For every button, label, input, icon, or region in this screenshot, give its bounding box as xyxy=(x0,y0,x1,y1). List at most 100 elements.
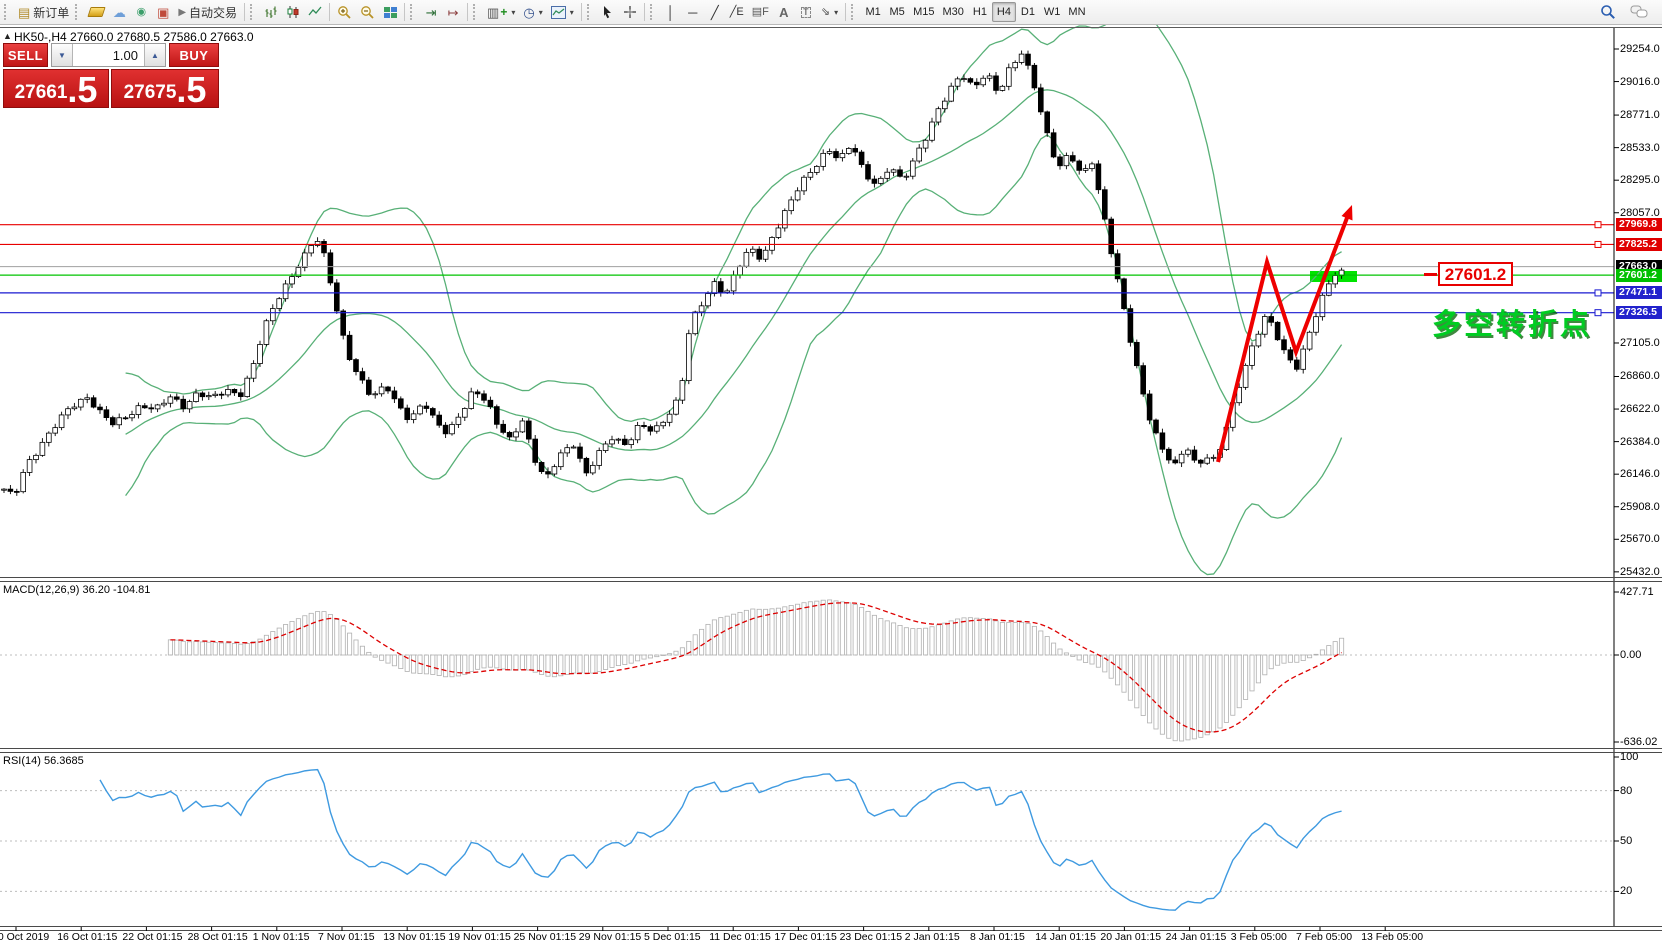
time-axis-label: 3 Feb 05:00 xyxy=(1230,931,1287,943)
search-button[interactable] xyxy=(1596,2,1620,22)
price-tick-label: 26146.0 xyxy=(1620,468,1660,481)
timeframe-H1[interactable]: H1 xyxy=(968,2,992,22)
text-label-button[interactable]: T xyxy=(795,2,817,22)
toolbar-grip xyxy=(75,4,81,20)
cursor-button[interactable] xyxy=(597,2,619,22)
price-tick-label: 26622.0 xyxy=(1620,403,1660,416)
timeframe-H4[interactable]: H4 xyxy=(991,2,1016,22)
arrows-button[interactable]: ⇘ ▾ xyxy=(817,2,842,22)
time-axis-label: 17 Dec 01:15 xyxy=(774,931,837,943)
macd-scale-bottom: -636.02 xyxy=(1620,736,1658,748)
time-axis-label: 11 Dec 01:15 xyxy=(709,931,771,943)
collapse-icon[interactable]: ▲ xyxy=(3,31,12,41)
time-axis-label: 22 Oct 01:15 xyxy=(122,931,183,943)
chart-top-border xyxy=(0,27,1662,28)
chart-canvas[interactable] xyxy=(0,0,1662,944)
new-order-button[interactable]: ▤ 新订单 xyxy=(14,2,73,22)
one-click-trading-panel: SELL ▼ ▲ BUY 27661.5 27675.5 xyxy=(3,43,219,108)
price-badge: 27601.2 xyxy=(1616,268,1662,282)
price-tick-label: 28533.0 xyxy=(1620,141,1660,154)
line-chart-icon xyxy=(308,6,322,16)
chat-button[interactable] xyxy=(1626,2,1652,22)
time-axis-label: 8 Jan 01:15 xyxy=(970,931,1025,943)
new-chart-button[interactable]: ▥ + ▾ xyxy=(483,2,519,22)
zoom-out-button[interactable] xyxy=(356,2,379,22)
volume-increase-button[interactable]: ▲ xyxy=(144,44,165,66)
line-handle[interactable] xyxy=(1594,309,1602,317)
buy-button[interactable]: BUY xyxy=(169,43,219,67)
rsi-tick-label: 100 xyxy=(1620,751,1639,763)
auto-trading-label: 自动交易 xyxy=(189,5,238,20)
community-button[interactable]: ☁ xyxy=(108,2,130,22)
bar-chart-button[interactable] xyxy=(260,2,282,22)
timeframe-M30[interactable]: M30 xyxy=(939,2,968,22)
zoom-in-icon xyxy=(338,5,351,19)
timeframe-MN[interactable]: MN xyxy=(1064,2,1089,22)
chevron-down-icon: ▾ xyxy=(834,7,839,17)
period-button[interactable]: ◷ ▾ xyxy=(519,2,546,22)
line-handle[interactable] xyxy=(1594,240,1602,248)
auto-scroll-button[interactable]: ⇥ xyxy=(420,2,442,22)
line-chart-button[interactable] xyxy=(304,2,326,22)
timeframe-W1[interactable]: W1 xyxy=(1040,2,1065,22)
line-handle[interactable] xyxy=(1594,221,1602,229)
crosshair-button[interactable] xyxy=(619,2,641,22)
text-button[interactable]: A xyxy=(773,2,795,22)
candles-layer xyxy=(1,50,1345,496)
fibonacci-button[interactable]: ▤F xyxy=(748,2,773,22)
toolbar-grip xyxy=(4,4,10,20)
time-axis-label: 24 Jan 01:15 xyxy=(1165,931,1227,943)
buy-price: 27675 xyxy=(123,82,177,103)
zoom-out-icon xyxy=(361,5,374,19)
timeframe-D1[interactable]: D1 xyxy=(1016,2,1040,22)
macd-label: MACD(12,26,9) 36.20 -104.81 xyxy=(3,584,151,596)
vertical-line-button[interactable]: │ xyxy=(660,2,682,22)
timeframe-M1[interactable]: M1 xyxy=(861,2,885,22)
sell-price-box[interactable]: 27661.5 xyxy=(3,69,109,108)
time-axis-label: 20 Jan 01:15 xyxy=(1100,931,1162,943)
chart-shift-button[interactable]: ↦ xyxy=(442,2,464,22)
axis-ticks xyxy=(15,48,1619,931)
equidistant-channel-button[interactable]: ╱E xyxy=(726,2,748,22)
zoom-in-button[interactable] xyxy=(333,2,356,22)
time-axis-label: 14 Jan 01:15 xyxy=(1035,931,1096,943)
time-axis-label: 7 Nov 01:15 xyxy=(318,931,375,943)
price-badge: 27471.1 xyxy=(1616,286,1662,300)
chevron-down-icon: ▾ xyxy=(569,7,574,17)
buy-price-box[interactable]: 27675.5 xyxy=(111,69,219,108)
volume-input[interactable] xyxy=(73,44,144,66)
time-axis-label: 25 Nov 01:15 xyxy=(513,931,577,943)
time-axis-label: 7 Feb 05:00 xyxy=(1296,931,1353,943)
callout-leader-dash xyxy=(1424,273,1437,276)
price-callout-label[interactable]: 27601.2 xyxy=(1438,262,1513,286)
time-axis-label: 28 Oct 01:15 xyxy=(187,931,248,943)
turning-point-note[interactable]: 多空转折点 xyxy=(1432,301,1592,343)
timeframe-M5[interactable]: M5 xyxy=(885,2,909,22)
tile-windows-button[interactable] xyxy=(379,2,401,22)
market-button[interactable]: ▣ xyxy=(152,2,174,22)
templates-button[interactable]: ▾ xyxy=(547,2,578,22)
volume-decrease-button[interactable]: ▼ xyxy=(52,44,73,66)
macd-scale-zero: 0.00 xyxy=(1620,649,1642,661)
price-badge: 27969.8 xyxy=(1616,218,1662,232)
horizontal-line-button[interactable]: ─ xyxy=(682,2,704,22)
candlestick-chart-button[interactable] xyxy=(282,2,304,22)
toolbar-grip xyxy=(473,4,479,20)
line-handle[interactable] xyxy=(1594,289,1602,297)
deposit-button[interactable] xyxy=(85,2,108,22)
bar-chart-icon xyxy=(265,6,277,18)
auto-trading-button[interactable]: ▶ 自动交易 xyxy=(174,2,241,22)
sell-button[interactable]: SELL xyxy=(3,43,48,67)
time-axis-label: 13 Nov 01:15 xyxy=(383,931,446,943)
gold-bar-icon xyxy=(87,7,106,17)
new-chart-icon: ▥ xyxy=(487,4,500,20)
timeframe-M15[interactable]: M15 xyxy=(909,2,938,22)
separator xyxy=(467,3,469,21)
chart-shift-icon: ↦ xyxy=(447,4,459,20)
separator xyxy=(404,3,406,21)
chevron-down-icon: ▾ xyxy=(511,7,516,17)
trendline-button[interactable]: ╱ xyxy=(704,2,726,22)
separator xyxy=(845,3,847,21)
signals-button[interactable]: ◉ xyxy=(130,2,152,22)
price-tick-label: 29016.0 xyxy=(1620,75,1660,88)
